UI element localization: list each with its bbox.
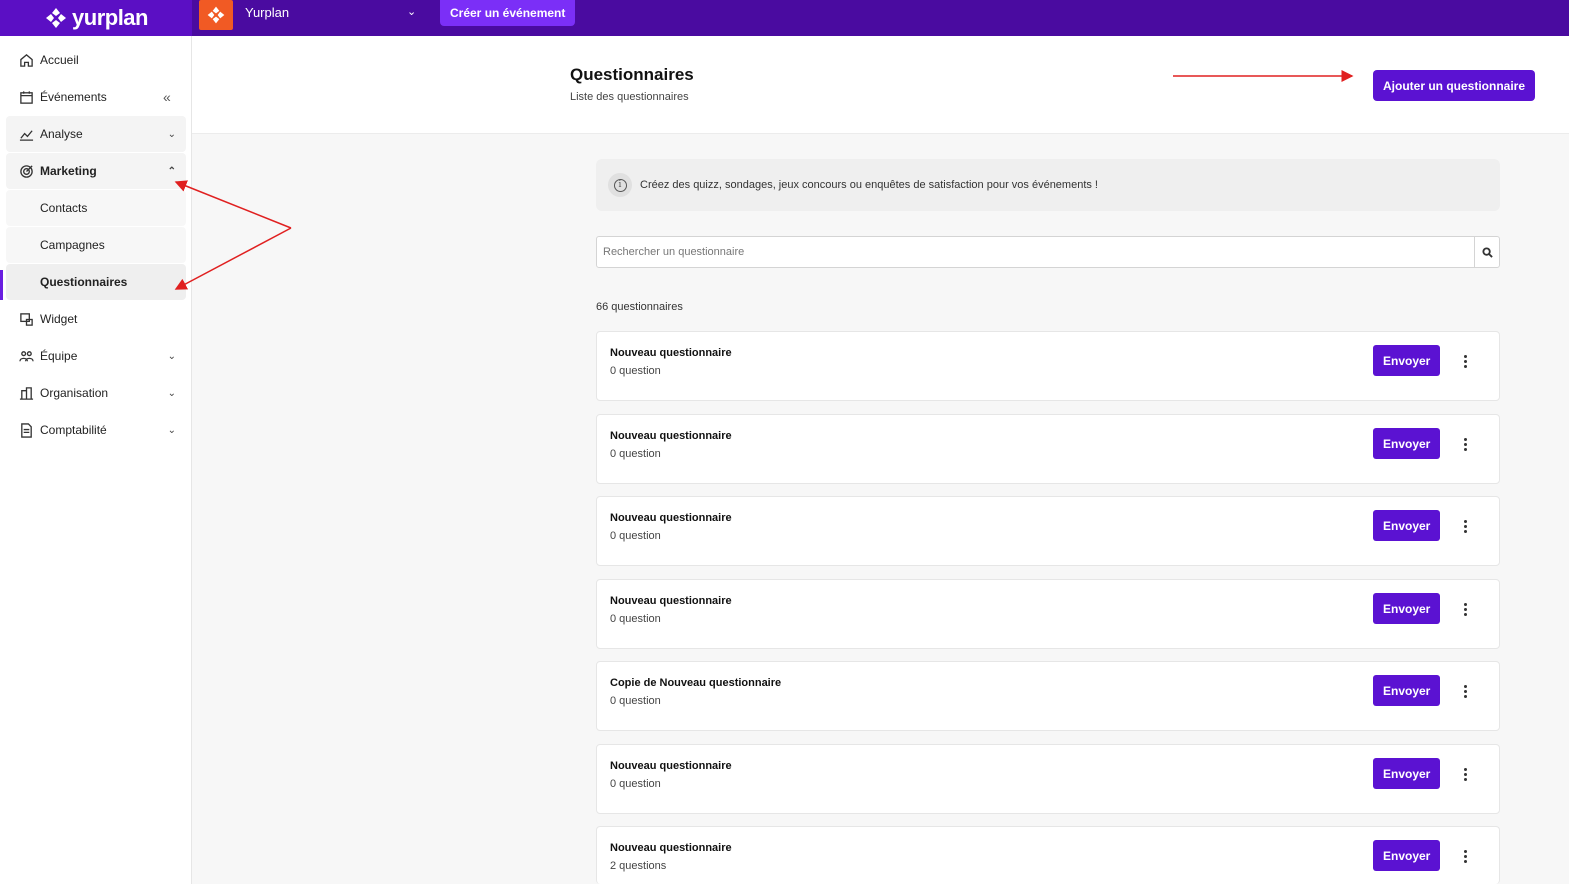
questionnaire-name[interactable]: Nouveau questionnaire — [610, 512, 732, 524]
send-button[interactable]: Envoyer — [1373, 428, 1441, 459]
chevron-down-icon[interactable]: ⌄ — [407, 5, 416, 18]
search-bar — [596, 236, 1500, 268]
search-input[interactable] — [597, 237, 1475, 267]
sidebar-item-widget[interactable]: Widget — [6, 301, 186, 337]
widget-icon — [18, 311, 34, 327]
questionnaire-name[interactable]: Nouveau questionnaire — [610, 760, 732, 772]
sidebar-item-campagnes[interactable]: Campagnes — [6, 227, 186, 263]
brand-logo[interactable]: yurplan — [0, 0, 192, 36]
organization-logo-icon — [207, 6, 225, 24]
more-options-icon[interactable] — [1459, 515, 1471, 537]
questionnaire-name[interactable]: Nouveau questionnaire — [610, 347, 732, 359]
organization-selector[interactable]: Yurplan — [245, 5, 289, 20]
question-count: 0 question — [610, 695, 661, 707]
sidebar-item-label: Comptabilité — [40, 423, 107, 437]
active-indicator — [0, 270, 3, 300]
sidebar-item-label: Accueil — [40, 53, 79, 67]
more-options-icon[interactable] — [1459, 433, 1471, 455]
create-event-button[interactable]: Créer un événement — [440, 0, 576, 26]
page-title: Questionnaires — [570, 65, 694, 84]
sidebar-item-accueil[interactable]: Accueil — [6, 42, 186, 78]
sidebar-item-label: Marketing — [40, 164, 97, 178]
arrow-to-questionnaires — [174, 227, 292, 290]
questionnaire-name[interactable]: Nouveau questionnaire — [610, 430, 732, 442]
send-button[interactable]: Envoyer — [1373, 510, 1441, 541]
home-icon — [18, 52, 34, 68]
target-icon — [18, 163, 34, 179]
arrow-to-marketing — [174, 180, 292, 229]
question-count: 0 question — [610, 448, 661, 460]
send-button[interactable]: Envoyer — [1373, 840, 1441, 871]
sidebar-item-label: Questionnaires — [40, 275, 128, 289]
info-text: Créez des quizz, sondages, jeux concours… — [640, 179, 1098, 191]
questionnaire-card[interactable]: Nouveau questionnaire 2 questions Envoye… — [596, 826, 1500, 884]
sidebar-item-evenements[interactable]: Événements — [6, 79, 186, 115]
questionnaire-card[interactable]: Nouveau questionnaire 0 question Envoyer — [596, 496, 1500, 566]
question-count: 2 questions — [610, 860, 667, 872]
sidebar-item-label: Widget — [40, 312, 78, 326]
search-icon — [1481, 246, 1493, 258]
chevron-down-icon: ⌄ — [167, 424, 176, 436]
questionnaire-card[interactable]: Nouveau questionnaire 0 question Envoyer — [596, 744, 1500, 814]
questionnaire-name[interactable]: Copie de Nouveau questionnaire — [610, 677, 781, 689]
questionnaire-card[interactable]: Nouveau questionnaire 0 question Envoyer — [596, 579, 1500, 649]
organization-logo[interactable] — [199, 0, 233, 30]
sidebar-item-label: Équipe — [40, 349, 78, 363]
sidebar-item-label: Campagnes — [40, 238, 105, 252]
sidebar-item-comptabilite[interactable]: Comptabilité ⌄ — [6, 412, 186, 448]
send-button[interactable]: Envoyer — [1373, 345, 1441, 376]
chevron-up-icon: ⌃ — [167, 165, 176, 177]
questionnaire-card[interactable]: Copie de Nouveau questionnaire 0 questio… — [596, 661, 1500, 731]
search-button[interactable] — [1474, 237, 1499, 267]
page-subtitle: Liste des questionnaires — [570, 91, 689, 103]
building-icon — [18, 385, 34, 401]
yurplan-logo-icon — [46, 8, 67, 28]
chevron-down-icon: ⌄ — [167, 128, 176, 140]
more-options-icon[interactable] — [1459, 845, 1471, 867]
questionnaire-card[interactable]: Nouveau questionnaire 0 question Envoyer — [596, 331, 1500, 401]
questionnaire-count: 66 questionnaires — [596, 301, 683, 313]
sidebar-item-questionnaires[interactable]: Questionnaires — [6, 264, 186, 300]
sidebar-item-contacts[interactable]: Contacts — [6, 190, 186, 226]
question-count: 0 question — [610, 778, 661, 790]
questionnaire-card[interactable]: Nouveau questionnaire 0 question Envoyer — [596, 414, 1500, 484]
brand-name: yurplan — [72, 5, 148, 30]
question-count: 0 question — [610, 613, 661, 625]
info-banner: i Créez des quizz, sondages, jeux concou… — [596, 159, 1500, 211]
send-button[interactable]: Envoyer — [1373, 593, 1441, 624]
page-header: Questionnaires Liste des questionnaires … — [192, 36, 1569, 134]
calendar-icon — [18, 89, 34, 105]
questionnaire-name[interactable]: Nouveau questionnaire — [610, 595, 732, 607]
info-icon: i — [608, 173, 632, 197]
more-options-icon[interactable] — [1459, 680, 1471, 702]
sidebar-item-label: Analyse — [40, 127, 83, 141]
chart-icon — [18, 126, 34, 142]
chevron-down-icon: ⌄ — [167, 350, 176, 362]
top-bar: yurplan Yurplan ⌄ Créer un événement — [0, 0, 1569, 36]
sidebar-item-label: Événements — [40, 90, 107, 104]
sidebar-item-analyse[interactable]: Analyse ⌄ — [6, 116, 186, 152]
question-count: 0 question — [610, 530, 661, 542]
sidebar-item-equipe[interactable]: Équipe ⌄ — [6, 338, 186, 374]
document-icon — [18, 422, 34, 438]
send-button[interactable]: Envoyer — [1373, 675, 1441, 706]
sidebar-item-label: Organisation — [40, 386, 109, 400]
more-options-icon[interactable] — [1459, 598, 1471, 620]
add-questionnaire-button[interactable]: Ajouter un questionnaire — [1373, 70, 1536, 101]
send-button[interactable]: Envoyer — [1373, 758, 1441, 789]
team-icon — [18, 348, 34, 364]
sidebar-item-organisation[interactable]: Organisation ⌄ — [6, 375, 186, 411]
question-count: 0 question — [610, 365, 661, 377]
chevron-down-icon: ⌄ — [167, 387, 176, 399]
questionnaire-name[interactable]: Nouveau questionnaire — [610, 842, 732, 854]
sidebar-item-marketing[interactable]: Marketing ⌃ — [6, 153, 186, 189]
more-options-icon[interactable] — [1459, 350, 1471, 372]
more-options-icon[interactable] — [1459, 763, 1471, 785]
sidebar-item-label: Contacts — [40, 201, 88, 215]
